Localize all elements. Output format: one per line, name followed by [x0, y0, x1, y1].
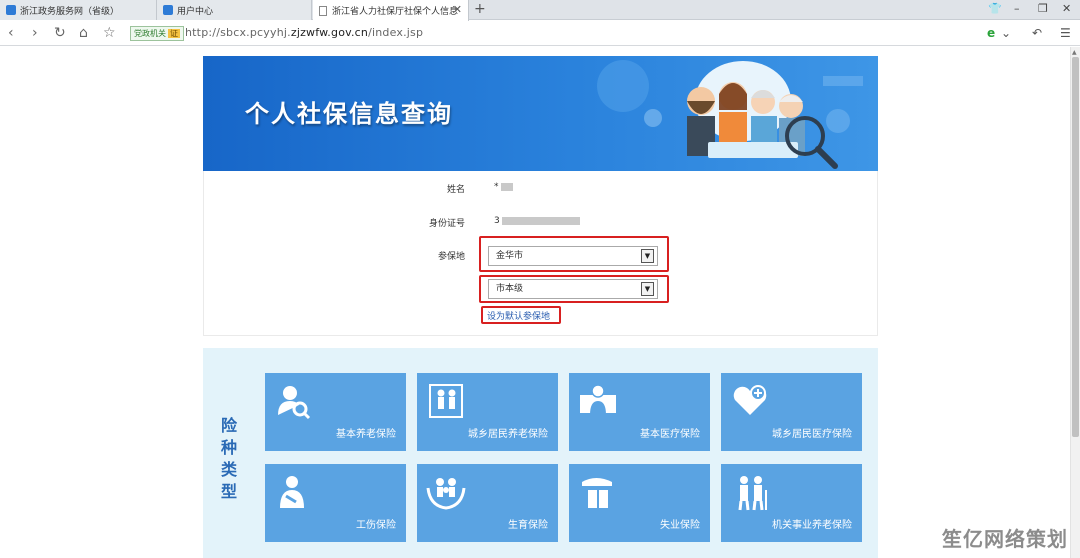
region-label: 参保地	[437, 252, 465, 262]
card-basic-medical[interactable]: 基本医疗保险	[569, 373, 710, 451]
document-icon	[319, 5, 327, 16]
vertical-scrollbar[interactable]: ▲	[1070, 47, 1080, 558]
chevron-down-icon[interactable]: ▼	[641, 282, 654, 296]
card-label: 生育保险	[508, 520, 548, 531]
person-search-icon	[278, 386, 311, 420]
heart-plus-icon	[733, 385, 767, 415]
name-text: *	[494, 182, 499, 192]
favorite-star-icon[interactable]: ☆	[103, 25, 116, 41]
reload-icon[interactable]: ↻	[54, 25, 66, 41]
gov-certified-badge[interactable]: 党政机关证	[130, 26, 184, 41]
injured-person-icon	[280, 476, 304, 508]
page-viewport: 个人社保信息查询 姓名 * 身份证号 3 参保地 金华市 ▼ 市本级 ▼ 设为默…	[0, 47, 1070, 558]
family-hands-icon	[426, 478, 466, 510]
back-icon[interactable]: ‹	[8, 25, 14, 41]
new-tab-button[interactable]: +	[474, 1, 486, 17]
gov-badge-text: 党政机关	[134, 29, 166, 38]
id-label: 身份证号	[428, 219, 465, 229]
card-maternity[interactable]: 生育保险	[417, 464, 558, 542]
insurance-types-label: 险种类型	[220, 416, 237, 501]
card-label: 基本医疗保险	[640, 429, 700, 440]
id-value: 3	[494, 216, 580, 226]
url-prefix: http://sbcx.pcyyhj.	[185, 26, 291, 39]
card-unemployment[interactable]: 失业保险	[569, 464, 710, 542]
card-label: 机关事业养老保险	[772, 520, 852, 531]
banner-illustration	[597, 60, 863, 169]
city-select-value: 金华市	[496, 251, 524, 261]
elderly-couple-icon	[429, 384, 463, 418]
card-urban-rural-medical[interactable]: 城乡居民医疗保险	[721, 373, 862, 451]
query-form: 姓名 * 身份证号 3 参保地 金华市 ▼ 市本级 ▼ 设为默认参保地	[203, 171, 878, 336]
district-select-value: 市本级	[496, 284, 524, 294]
cert-mark: 证	[168, 29, 180, 38]
tab-social-security[interactable]: 浙江省人力社保厅社保个人信息 ✕	[313, 0, 469, 21]
banner-title: 个人社保信息查询	[245, 100, 453, 128]
card-urban-rural-pension[interactable]: 城乡居民养老保险	[417, 373, 558, 451]
hand-box-icon	[582, 478, 612, 508]
district-select[interactable]: 市本级 ▼	[488, 279, 658, 299]
undo-close-icon[interactable]: ↶	[1032, 26, 1042, 40]
close-window-button[interactable]: ✕	[1062, 2, 1071, 15]
tab-title: 浙江省人力社保厅社保个人信息	[332, 7, 459, 17]
watermark: 笙亿网络策划	[942, 527, 1068, 551]
card-basic-pension[interactable]: 基本养老保险	[265, 373, 406, 451]
id-text: 3	[494, 216, 500, 226]
card-label: 城乡居民医疗保险	[772, 429, 852, 440]
name-value: *	[494, 182, 513, 192]
tab-close-icon[interactable]: ✕	[453, 3, 462, 16]
engine-dropdown-icon[interactable]: ⌄	[1001, 26, 1011, 40]
browser-engine-icon[interactable]: e	[987, 26, 995, 40]
url-suffix: /index.jsp	[368, 26, 424, 39]
home-icon[interactable]: ⌂	[79, 25, 88, 41]
scrollbar-thumb[interactable]	[1072, 57, 1079, 437]
set-default-region-link[interactable]: 设为默认参保地	[487, 309, 550, 322]
elderly-walking-icon	[738, 476, 767, 511]
card-institution-pension[interactable]: 机关事业养老保险	[721, 464, 862, 542]
address-bar: ‹ › ↻ ⌂ ☆ 党政机关证 http://sbcx.pcyyhj.zjzwf…	[0, 21, 1080, 46]
scroll-up-icon[interactable]: ▲	[1072, 49, 1077, 56]
menu-icon[interactable]: ☰	[1060, 26, 1071, 40]
url-field[interactable]: http://sbcx.pcyyhj.zjzwfw.gov.cn/index.j…	[185, 26, 423, 39]
card-label: 失业保险	[660, 520, 700, 531]
chevron-down-icon[interactable]: ▼	[641, 249, 654, 263]
forward-icon[interactable]: ›	[32, 25, 38, 41]
name-label: 姓名	[446, 185, 465, 195]
minimize-button[interactable]: –	[1014, 2, 1020, 15]
tab-zhejiang-gov[interactable]: 浙江政务服务网（省级）	[0, 0, 157, 20]
card-work-injury[interactable]: 工伤保险	[265, 464, 406, 542]
card-label: 工伤保险	[356, 520, 396, 531]
city-select[interactable]: 金华市 ▼	[488, 246, 658, 266]
insurance-types-section: 险种类型 基本养老保险 城乡居民养老保险 基本医疗保险 城乡居民医疗保险 工伤保…	[203, 348, 878, 558]
name-mask	[500, 182, 513, 191]
gov-site-icon	[163, 5, 173, 15]
tab-title: 用户中心	[177, 6, 214, 17]
gov-site-icon	[6, 5, 16, 15]
card-label: 城乡居民养老保险	[468, 429, 548, 440]
id-mask	[501, 216, 580, 225]
browser-tab-bar: 浙江政务服务网（省级） 用户中心 浙江省人力社保厅社保个人信息 ✕ + 👕 – …	[0, 0, 1080, 21]
page-banner: 个人社保信息查询	[203, 56, 878, 171]
tab-user-center[interactable]: 用户中心	[157, 0, 312, 20]
skin-icon[interactable]: 👕	[988, 2, 1002, 15]
restore-button[interactable]: ❐	[1038, 2, 1048, 15]
url-domain: zjzwfw.gov.cn	[290, 26, 369, 39]
tab-title: 浙江政务服务网（省级）	[20, 6, 120, 17]
doctor-icon	[580, 384, 616, 415]
card-label: 基本养老保险	[336, 429, 396, 440]
